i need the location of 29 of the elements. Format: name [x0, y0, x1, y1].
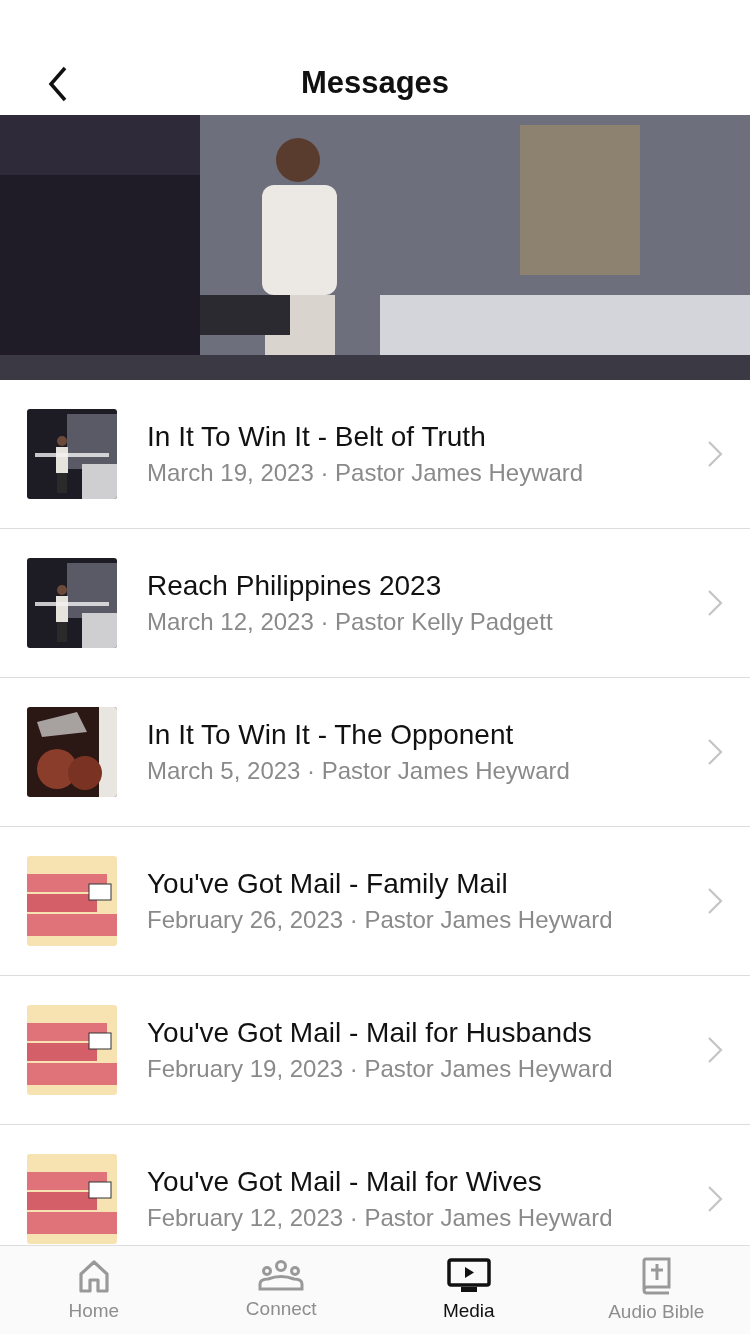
- message-row[interactable]: You've Got Mail - Mail for Husbands February 19, 2023 · Pastor James Heyward: [0, 976, 750, 1125]
- chevron-right-icon: [707, 440, 723, 468]
- message-title: You've Got Mail - Mail for Wives: [147, 1166, 543, 1198]
- message-subtitle: March 5, 2023 · Pastor James Heyward: [147, 757, 571, 785]
- play-screen-icon: [446, 1258, 491, 1294]
- home-icon: [76, 1258, 111, 1294]
- chevron-right-icon: [707, 1036, 723, 1064]
- message-subtitle: March 12, 2023 · Pastor Kelly Padgett: [147, 608, 554, 636]
- message-subtitle: February 12, 2023 · Pastor James Heyward: [147, 1204, 614, 1232]
- book-cross-icon: [640, 1257, 673, 1295]
- chevron-right-icon: [707, 738, 723, 766]
- message-row[interactable]: Reach Philippines 2023 March 12, 2023 · Pastor Kelly Padgett: [0, 529, 750, 678]
- message-title: Reach Philippines 2023: [147, 570, 443, 602]
- page-title: Messages: [300, 64, 450, 101]
- message-title: You've Got Mail - Family Mail: [147, 868, 509, 900]
- tab-bar-item[interactable]: Media: [375, 1246, 563, 1334]
- message-title: You've Got Mail - Mail for Husbands: [147, 1017, 593, 1049]
- message-subtitle: February 19, 2023 · Pastor James Heyward: [147, 1055, 614, 1083]
- message-title: In It To Win It - The Opponent: [147, 719, 515, 751]
- message-row[interactable]: You've Got Mail - Family Mail February 26, 2023 · Pastor James Heyward: [0, 827, 750, 976]
- message-subtitle: February 26, 2023 · Pastor James Heyward: [147, 906, 614, 934]
- people-icon: [258, 1260, 305, 1292]
- message-row[interactable]: In It To Win It - The Opponent March 5, 2023 · Pastor James Heyward: [0, 678, 750, 827]
- message-title: In It To Win It - Belt of Truth: [147, 421, 487, 453]
- message-subtitle: March 19, 2023 · Pastor James Heyward: [147, 459, 585, 487]
- chevron-right-icon: [707, 1185, 723, 1213]
- chevron-right-icon: [707, 887, 723, 915]
- message-row[interactable]: In It To Win It - Belt of Truth March 19, 2023 · Pastor James Heyward: [0, 380, 750, 529]
- chevron-right-icon: [707, 589, 723, 617]
